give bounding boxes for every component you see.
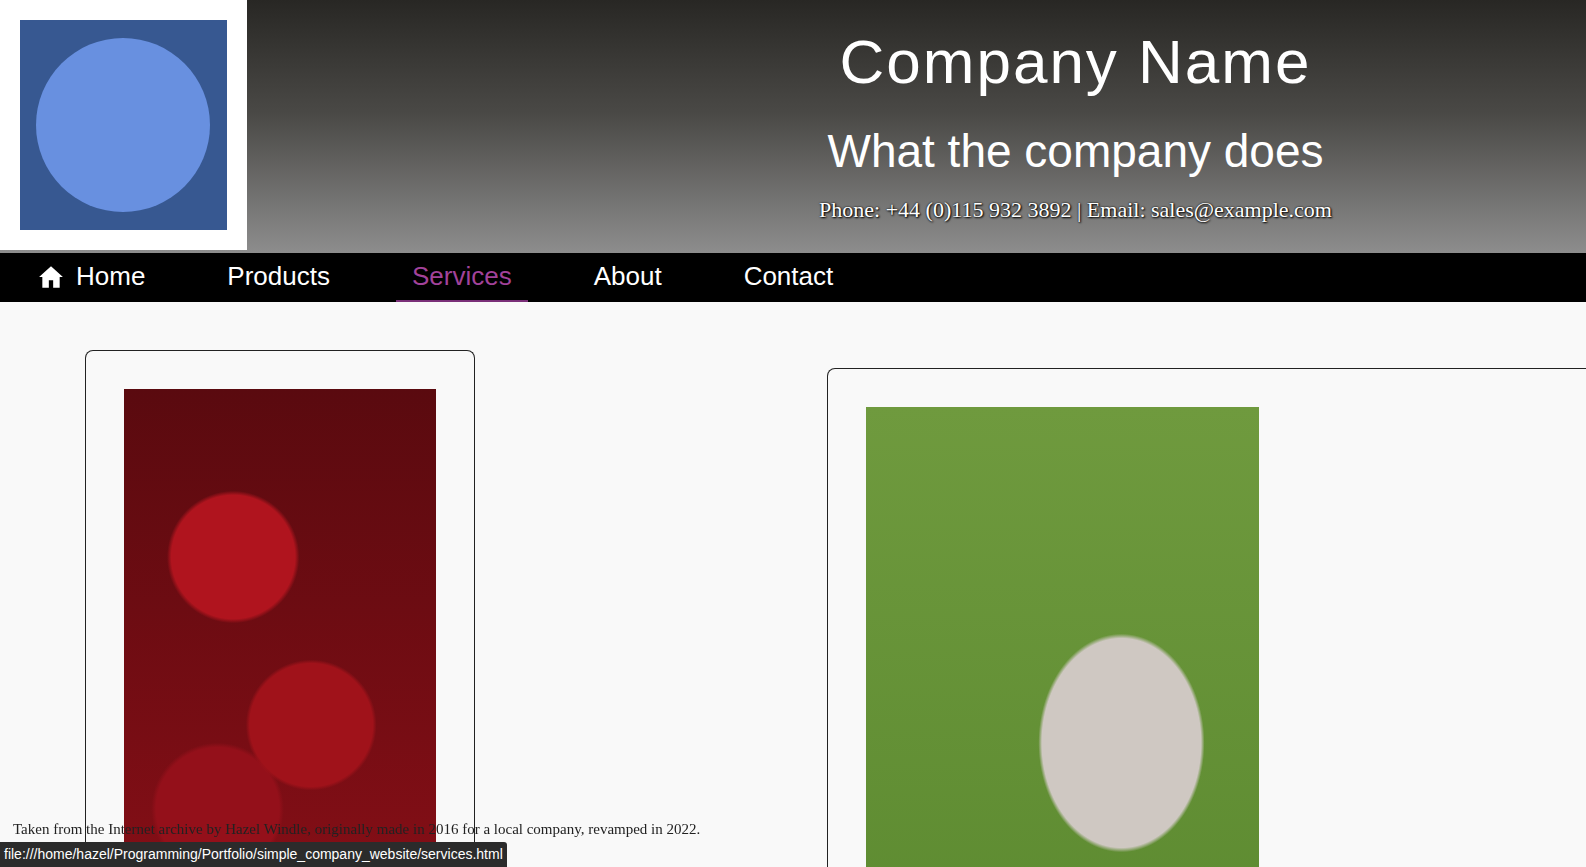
page: Company Name What the company does Phone: … [0, 0, 1586, 867]
company-title: Company Name [840, 28, 1312, 96]
nav-item[interactable]: Home [22, 253, 161, 302]
logo-icon [20, 20, 227, 230]
photo [124, 389, 436, 867]
service-card [85, 350, 475, 867]
header-text: Company Name What the company does Phone: … [247, 0, 1586, 253]
tagline: What the company does [827, 126, 1323, 177]
content [0, 302, 1586, 867]
nav-bar: Home Products Services About Contact [0, 253, 1586, 302]
logo [0, 0, 247, 250]
contact-line: Phone: +44 (0)115 932 3892 | Email: sale… [819, 197, 1332, 223]
nav-item[interactable]: Products [211, 253, 346, 302]
header: Company Name What the company does Phone: … [0, 0, 1586, 253]
nav-item[interactable]: Services [396, 253, 528, 302]
nav-item[interactable]: About [578, 253, 678, 302]
home-icon [38, 264, 64, 290]
photo [866, 407, 1259, 867]
nav-item[interactable]: Contact [728, 253, 850, 302]
status-bar: file:///home/hazel/Programming/Portfolio… [0, 842, 507, 867]
service-card [827, 368, 1586, 867]
footer: Taken from the Internet archive by Hazel… [13, 821, 700, 838]
